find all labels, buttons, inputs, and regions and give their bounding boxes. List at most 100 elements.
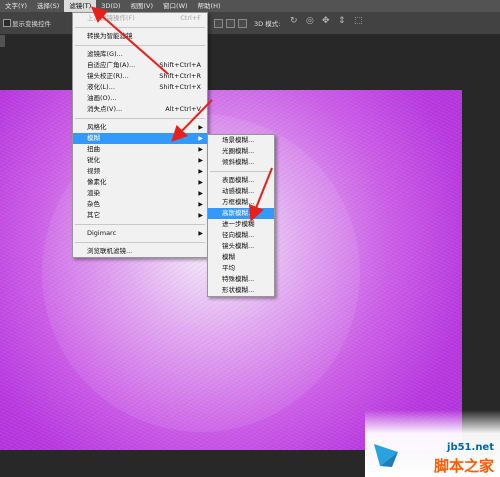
watermark-logo-icon [374, 444, 398, 467]
scale-3d-icon[interactable]: ⬚ [354, 16, 363, 26]
menu-item[interactable]: 转换为智能滤镜 [73, 31, 207, 42]
submenu-arrow-icon: ▶ [198, 168, 203, 175]
menu-item[interactable]: 镜头校正(R)... Shift+Ctrl+R [73, 71, 207, 82]
menu-item[interactable]: 杂色 ▶ [73, 199, 207, 210]
menu-item-shortcut: Alt+Ctrl+V [165, 105, 201, 113]
menu-item[interactable]: 表面模糊... [208, 175, 274, 186]
menu-item-label: 径向模糊... [222, 231, 255, 239]
menu-item-label: 镜头校正(R)... [87, 72, 129, 80]
menu-item[interactable]: 帮助(H) [193, 0, 226, 12]
watermark-domain: jb51.net [447, 442, 494, 453]
menu-item[interactable]: 平均 [208, 263, 274, 274]
menu-item[interactable]: 窗口(W) [158, 0, 193, 12]
menu-item[interactable]: 渲染 ▶ [73, 188, 207, 199]
menu-item-shortcut: Shift+Ctrl+R [159, 72, 201, 80]
menu-item-label: 自适应广角(A)... [87, 61, 136, 69]
menu-item-label: Digimarc [87, 229, 117, 237]
menu-item-label: 方框模糊... [222, 198, 255, 206]
submenu-arrow-icon: ▶ [198, 146, 203, 153]
menu-separator [75, 27, 205, 28]
menu-item[interactable]: 形状模糊... [208, 285, 274, 296]
menu-item-shortcut: Shift+Ctrl+A [159, 61, 201, 69]
menu-item[interactable]: 油画(O)... [73, 93, 207, 104]
menu-item[interactable]: 锐化 ▶ [73, 155, 207, 166]
menu-item[interactable]: 滤镜(T) [64, 0, 97, 12]
menu-item-label: 像素化 [87, 178, 107, 186]
menu-item[interactable]: 进一步模糊 [208, 219, 274, 230]
filter-menu: 上次滤镜操作(F) Ctrl+F 转换为智能滤镜 滤镜库(G)... 自适应广角(A).… [72, 12, 208, 258]
menu-item[interactable]: 浏览联机滤镜... [73, 246, 207, 257]
menu-bar: 文字(Y) 选择(S) 滤镜(T) 3D(D) 视图(V) 窗口(W) 帮助(H) [0, 0, 500, 12]
show-transform-checkbox[interactable] [3, 19, 11, 27]
menu-item-label: 模糊 [222, 253, 235, 261]
menu-item[interactable]: 像素化 ▶ [73, 177, 207, 188]
menu-item[interactable]: 文字(Y) [0, 0, 32, 12]
menu-item[interactable]: 选择(S) [32, 0, 64, 12]
menu-item[interactable]: Digimarc ▶ [73, 228, 207, 239]
menu-item-label: 特殊模糊... [222, 275, 255, 283]
menu-item-label: 平均 [222, 264, 235, 272]
menu-item-label: 消失点(V)... [87, 105, 123, 113]
menu-item[interactable]: 场景模糊... [208, 135, 274, 146]
menu-item[interactable]: 其它 ▶ [73, 210, 207, 221]
menu-item[interactable]: 倾斜模糊... [208, 157, 274, 168]
menu-item[interactable]: 高斯模糊... [208, 208, 274, 219]
menu-separator [210, 171, 272, 172]
menu-item-label: 渲染 [87, 189, 100, 197]
menu-item-label: 风格化 [87, 123, 107, 131]
submenu-arrow-icon: ▶ [198, 135, 203, 142]
menu-item[interactable]: 扭曲 ▶ [73, 144, 207, 155]
show-transform-label: 显示变换控件 [12, 20, 51, 28]
menu-item-label: 高斯模糊... [222, 209, 255, 217]
menu-item-label: 锐化 [87, 156, 100, 164]
menu-item[interactable]: 风格化 ▶ [73, 122, 207, 133]
menu-item[interactable]: 自适应广角(A)... Shift+Ctrl+A [73, 60, 207, 71]
menu-item-label: 液化(L)... [87, 83, 115, 91]
menu-item[interactable]: 模糊 ▶ [73, 133, 207, 144]
menu-item[interactable]: 视频 ▶ [73, 166, 207, 177]
drag-3d-icon[interactable]: ✥ [322, 16, 330, 26]
menu-item[interactable]: 特殊模糊... [208, 274, 274, 285]
menu-item-label: 光圈模糊... [222, 147, 255, 155]
menu-item[interactable]: 视图(V) [126, 0, 159, 12]
menu-separator [75, 118, 205, 119]
mode-3d-label: 3D 模式: [254, 20, 281, 28]
menu-item-label: 浏览联机滤镜... [87, 247, 133, 255]
menu-item[interactable]: 光圈模糊... [208, 146, 274, 157]
submenu-arrow-icon: ▶ [198, 179, 203, 186]
menu-item-label: 形状模糊... [222, 286, 255, 294]
rotate-3d-icon[interactable]: ↻ [290, 16, 298, 26]
menu-item-label: 上次滤镜操作(F) [87, 14, 135, 22]
menu-item-label: 倾斜模糊... [222, 158, 255, 166]
menu-item[interactable]: 滤镜库(G)... [73, 49, 207, 60]
menu-item[interactable]: 上次滤镜操作(F) Ctrl+F [73, 13, 207, 24]
menu-separator [75, 242, 205, 243]
menu-item-label: 表面模糊... [222, 176, 255, 184]
menu-item-label: 视频 [87, 167, 100, 175]
menu-item-label: 转换为智能滤镜 [87, 32, 133, 40]
blur-submenu: 场景模糊... 光圈模糊... 倾斜模糊... 表面模糊... 动感模糊... 方框模糊.… [207, 134, 275, 297]
menu-item-label: 场景模糊... [222, 136, 255, 144]
submenu-arrow-icon: ▶ [198, 212, 203, 219]
submenu-arrow-icon: ▶ [198, 157, 203, 164]
slide-3d-icon[interactable]: ⇕ [338, 16, 346, 26]
align-bottom-icon[interactable] [238, 19, 247, 28]
menu-item[interactable]: 动感模糊... [208, 186, 274, 197]
menu-item-label: 扭曲 [87, 145, 100, 153]
menu-item[interactable]: 方框模糊... [208, 197, 274, 208]
menu-item[interactable]: 模糊 [208, 252, 274, 263]
menu-item[interactable]: 消失点(V)... Alt+Ctrl+V [73, 104, 207, 115]
menu-item[interactable]: 镜头模糊... [208, 241, 274, 252]
menu-item-label: 其它 [87, 211, 100, 219]
align-top-icon[interactable] [214, 19, 223, 28]
document-tab[interactable] [0, 35, 5, 47]
menu-item-label: 滤镜库(G)... [87, 50, 123, 58]
menu-item[interactable]: 3D(D) [96, 0, 125, 12]
menu-item[interactable]: 径向模糊... [208, 230, 274, 241]
menu-item-shortcut: Ctrl+F [180, 14, 201, 22]
roll-3d-icon[interactable]: ◎ [306, 16, 314, 26]
menu-item[interactable]: 液化(L)... Shift+Ctrl+X [73, 82, 207, 93]
align-middle-icon[interactable] [226, 19, 235, 28]
menu-item-label: 杂色 [87, 200, 100, 208]
submenu-arrow-icon: ▶ [198, 190, 203, 197]
